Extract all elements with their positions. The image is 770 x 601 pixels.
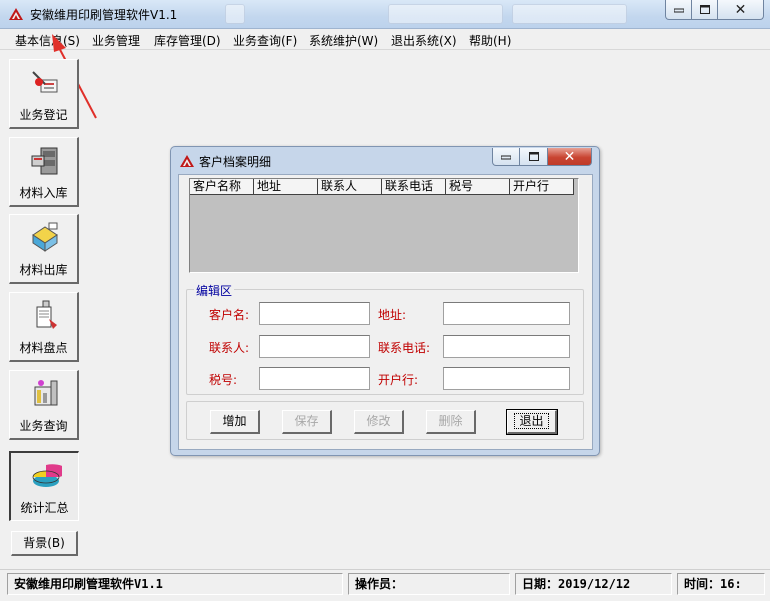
toolbar-label: 材料出库 (19, 263, 68, 277)
toolbar-label: 材料入库 (19, 186, 68, 200)
minimize-icon (673, 8, 684, 12)
close-icon: ✕ (734, 1, 747, 18)
phone-input[interactable] (443, 335, 570, 358)
customer-list[interactable]: 客户名称 地址 联系人 联系电话 税号 开户行 (189, 178, 579, 273)
business-query-icon (34, 380, 58, 406)
phone-label: 联系电话: (378, 341, 431, 355)
menu-system-maintenance[interactable]: 系统维护(W) (309, 32, 378, 49)
status-operator: 操作员： (348, 573, 510, 595)
background-button[interactable]: 背景(B) (11, 531, 78, 556)
inventory-check-icon (36, 300, 57, 329)
toolbar-label: 统计汇总 (20, 501, 69, 515)
stock-in-icon (31, 147, 58, 175)
save-button[interactable]: 保存 (282, 410, 332, 434)
toolbar-label: 业务查询 (19, 419, 68, 433)
exit-button-label: 退出 (514, 413, 549, 429)
statistics-icon (32, 464, 62, 487)
dialog-minimize-button[interactable] (492, 148, 520, 166)
bank-label: 开户行: (378, 373, 419, 387)
column-header-address[interactable]: 地址 (254, 179, 318, 195)
app-logo-icon (180, 155, 194, 167)
stock-out-icon (32, 222, 58, 252)
status-time: 时间：16: (677, 573, 765, 595)
toolbar-statistics-button[interactable]: 统计汇总 (9, 451, 79, 521)
maximize-button[interactable] (692, 0, 718, 20)
list-header: 客户名称 地址 联系人 联系电话 税号 开户行 (190, 179, 574, 195)
app-logo-icon (9, 8, 23, 20)
customer-archive-dialog: 客户档案明细 ✕ 客户名称 地址 联系人 联系电话 税号 开户行 编辑区 客户名… (170, 146, 600, 456)
taskbar-thumb (388, 4, 503, 24)
title-bar: 安徽维用印刷管理软件V1.1 ✕ (0, 0, 770, 29)
toolbar-label: 材料盘点 (19, 341, 68, 355)
exit-button[interactable]: 退出 (506, 409, 558, 435)
close-icon: ✕ (563, 148, 576, 165)
edit-button[interactable]: 修改 (354, 410, 404, 434)
bank-input[interactable] (443, 367, 570, 390)
edit-group: 编辑区 客户名: 地址: 联系人: 联系电话: 税号: 开户行: (186, 282, 584, 395)
toolbar-business-query-button[interactable]: 业务查询 (9, 370, 79, 440)
dialog-title: 客户档案明细 (199, 155, 272, 169)
dialog-maximize-button[interactable] (520, 148, 548, 166)
taskbar-thumb (512, 4, 627, 24)
tax-no-label: 税号: (209, 373, 238, 387)
tax-no-input[interactable] (259, 367, 370, 390)
close-button[interactable]: ✕ (718, 0, 764, 20)
contact-input[interactable] (259, 335, 370, 358)
dialog-title-bar[interactable]: 客户档案明细 ✕ (171, 147, 599, 174)
address-input[interactable] (443, 302, 570, 325)
toolbar-label: 业务登记 (19, 108, 68, 122)
column-header-phone[interactable]: 联系电话 (382, 179, 446, 195)
dialog-close-button[interactable]: ✕ (548, 148, 592, 166)
delete-button[interactable]: 删除 (426, 410, 476, 434)
column-header-contact[interactable]: 联系人 (318, 179, 382, 195)
address-label: 地址: (378, 308, 407, 322)
window-title: 安徽维用印刷管理软件V1.1 (30, 8, 178, 22)
column-header-bank[interactable]: 开户行 (510, 179, 574, 195)
menu-exit-system[interactable]: 退出系统(X) (391, 32, 457, 49)
status-app-name: 安徽维用印刷管理软件V1.1 (7, 573, 343, 595)
column-header-customer-name[interactable]: 客户名称 (190, 179, 254, 195)
menu-bar: 基本信息(S) 业务管理 库存管理(D) 业务查询(F) 系统维护(W) 退出系… (0, 29, 770, 50)
button-panel: 增加 保存 修改 删除 退出 (186, 401, 584, 440)
status-date: 日期：2019/12/12 (515, 573, 672, 595)
minimize-button[interactable] (665, 0, 692, 20)
customer-name-label: 客户名: (209, 308, 250, 322)
menu-business-query[interactable]: 业务查询(F) (233, 32, 297, 49)
menu-inventory-mgmt[interactable]: 库存管理(D) (154, 32, 221, 49)
toolbar-stock-in-button[interactable]: 材料入库 (9, 137, 79, 207)
toolbar-business-register-button[interactable]: 业务登记 (9, 59, 79, 129)
toolbar-inventory-check-button[interactable]: 材料盘点 (9, 292, 79, 362)
maximize-icon (528, 152, 539, 161)
status-bar: 安徽维用印刷管理软件V1.1 操作员： 日期：2019/12/12 时间：16: (0, 569, 770, 601)
taskbar-thumb (225, 4, 245, 24)
customer-name-input[interactable] (259, 302, 370, 325)
toolbar-stock-out-button[interactable]: 材料出库 (9, 214, 79, 284)
minimize-icon (501, 155, 511, 159)
add-button[interactable]: 增加 (210, 410, 260, 434)
column-header-tax-no[interactable]: 税号 (446, 179, 510, 195)
dialog-body: 客户名称 地址 联系人 联系电话 税号 开户行 编辑区 客户名: 地址: 联系人… (178, 174, 593, 450)
menu-help[interactable]: 帮助(H) (469, 32, 511, 49)
business-register-icon (32, 71, 58, 93)
contact-label: 联系人: (209, 341, 250, 355)
maximize-icon (699, 5, 710, 14)
edit-group-title: 编辑区 (194, 282, 235, 299)
